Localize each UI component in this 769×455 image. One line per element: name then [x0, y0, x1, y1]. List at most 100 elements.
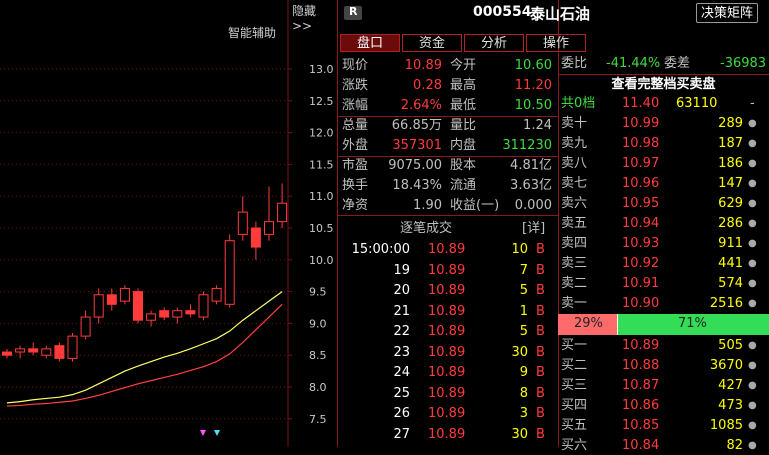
price-tick-label: 13.0 — [309, 63, 334, 76]
trades-detail-link[interactable]: [详] — [522, 217, 545, 236]
trade-side: B — [536, 324, 545, 339]
quote-label: 最高 — [450, 78, 477, 93]
level-label: 卖六 — [561, 196, 588, 211]
quote-label: 市盈 — [342, 158, 369, 173]
level-price: 10.99 — [622, 116, 660, 131]
orderbook-row[interactable]: 买一 10.89 505 ● — [558, 336, 769, 355]
level-price: 10.84 — [622, 438, 660, 453]
trade-row[interactable]: 24 10.89 9 B — [338, 363, 558, 383]
smart-assist-label[interactable]: 智能辅助 — [228, 24, 276, 41]
candle-body — [119, 287, 130, 302]
quote-value: 0.000 — [514, 198, 552, 213]
trade-price: 10.89 — [428, 406, 466, 421]
orderbook-row[interactable]: 买四 10.86 473 ● — [558, 396, 769, 415]
level-price: 10.85 — [622, 418, 660, 433]
quote-row: 现价 10.89 今开 10.60 — [342, 56, 554, 75]
trade-time: 15:00:00 — [351, 242, 410, 257]
orderbook-row[interactable]: 买六 10.84 82 ● — [558, 436, 769, 455]
trade-price: 10.89 — [428, 262, 466, 278]
trade-row[interactable]: 25 10.89 8 B — [338, 384, 558, 404]
candle-body — [146, 313, 157, 321]
top-level-price: 11.40 — [622, 96, 660, 111]
quote-value: 4.81亿 — [510, 158, 552, 173]
quote-label: 外盘 — [342, 138, 369, 153]
level-label: 买三 — [561, 378, 588, 393]
quote-value: 311230 — [502, 138, 552, 153]
orderbook-row[interactable]: 卖九 10.98 187 ● — [558, 134, 769, 153]
orderbook-row[interactable]: 卖五 10.94 286 ● — [558, 214, 769, 233]
level-volume: 286 — [718, 216, 743, 231]
orderbook-row[interactable]: 卖一 10.90 2516 ● — [558, 294, 769, 313]
trades-title: 逐笔成交 — [400, 221, 453, 236]
orderbook-row[interactable]: 卖七 10.96 147 ● — [558, 174, 769, 193]
level-volume: 441 — [718, 256, 743, 271]
trade-row[interactable]: 20 10.89 5 B — [338, 281, 558, 301]
level-price: 10.91 — [622, 276, 660, 291]
orderbook-row[interactable]: 卖十 10.99 289 ● — [558, 114, 769, 133]
candle-body — [211, 287, 222, 302]
trade-time: 25 — [393, 385, 410, 401]
orderbook-row[interactable]: 卖四 10.93 911 ● — [558, 234, 769, 253]
level-volume: 2516 — [709, 296, 743, 311]
trade-row[interactable]: 23 10.89 30 B — [338, 343, 558, 363]
price-tick-label: 8.0 — [309, 381, 327, 394]
quote-label: 涨跌 — [342, 78, 369, 93]
quote-value: 10.50 — [514, 98, 552, 113]
orderbook-row[interactable]: 卖八 10.97 186 ● — [558, 154, 769, 173]
quote-value: 3.63亿 — [510, 178, 552, 193]
kline-svg: 13.0 12.5 12.0 11.5 11.0 10.5 10.0 9.5 9.0 8.5 8.0… — [0, 0, 334, 447]
trade-row[interactable]: 21 10.89 1 B — [338, 302, 558, 322]
trade-row[interactable]: 27 10.89 30 B — [338, 425, 558, 445]
candle-body — [67, 335, 78, 359]
trade-row[interactable]: 22 10.89 5 B — [338, 322, 558, 342]
trade-volume: 1 — [519, 303, 528, 319]
level-price: 10.89 — [622, 338, 660, 353]
level-dot-icon: ● — [748, 340, 757, 351]
trade-volume: 5 — [519, 324, 528, 339]
trade-price: 10.89 — [428, 385, 466, 401]
level-label: 买一 — [561, 338, 588, 353]
trade-side: B — [536, 365, 545, 380]
candle-body — [2, 351, 12, 356]
level-dot-icon: ● — [748, 218, 757, 229]
trade-row[interactable]: 15:00:00 10.89 10 B — [338, 240, 558, 260]
level-label: 卖一 — [561, 296, 588, 311]
level-price: 10.90 — [622, 296, 660, 311]
trade-price: 10.89 — [428, 303, 466, 319]
orderbook-row[interactable]: 卖六 10.95 629 ● — [558, 194, 769, 213]
candle-body — [15, 348, 26, 353]
quote-panel: R 000554 泰山石油 盘口 资金 分析 操作 现价 10.89 今开 10.60… — [337, 0, 590, 447]
orderbook-row[interactable]: 卖二 10.91 574 ● — [558, 274, 769, 293]
kline-chart[interactable]: 13.0 12.5 12.0 11.5 11.0 10.5 10.0 9.5 9.0 8.5 8.0… — [0, 0, 336, 447]
tab-fenxi[interactable]: 分析 — [464, 34, 524, 52]
tab-zijin[interactable]: 资金 — [402, 34, 462, 52]
trade-row[interactable]: 26 10.89 3 B — [338, 404, 558, 424]
ratio-buy-text: 71% — [678, 316, 707, 331]
orderbook-row[interactable]: 买三 10.87 427 ● — [558, 376, 769, 395]
trade-side: B — [536, 262, 545, 278]
hide-button[interactable]: 隐藏>> — [292, 2, 336, 33]
level-price: 10.97 — [622, 156, 660, 171]
trade-time: 26 — [393, 406, 410, 421]
marker-triangle-icon — [200, 430, 206, 436]
level-volume: 186 — [718, 156, 743, 171]
trade-side: B — [536, 283, 545, 298]
quote-value: 0.28 — [413, 78, 442, 93]
quote-label: 内盘 — [450, 138, 477, 153]
full-orderbook-link[interactable]: 查看完整档买卖盘 — [558, 74, 769, 94]
orderbook-row[interactable]: 卖三 10.92 441 ● — [558, 254, 769, 273]
level-label: 买五 — [561, 418, 588, 433]
orderbook-row[interactable]: 买五 10.85 1085 ● — [558, 416, 769, 435]
candle-body — [185, 310, 196, 315]
level-volume: 289 — [718, 116, 743, 131]
level-volume: 82 — [726, 438, 743, 453]
trade-row[interactable]: 19 10.89 7 B — [338, 261, 558, 281]
tab-pankou[interactable]: 盘口 — [340, 34, 400, 52]
level-price: 10.92 — [622, 256, 660, 271]
trade-time: 24 — [393, 365, 410, 380]
quote-label: 换手 — [342, 178, 369, 193]
trade-volume: 8 — [519, 385, 528, 401]
orderbook-row[interactable]: 买二 10.88 3670 ● — [558, 356, 769, 375]
quote-value: 1.90 — [413, 198, 442, 213]
trades-header: 逐笔成交 [详] — [338, 217, 558, 236]
